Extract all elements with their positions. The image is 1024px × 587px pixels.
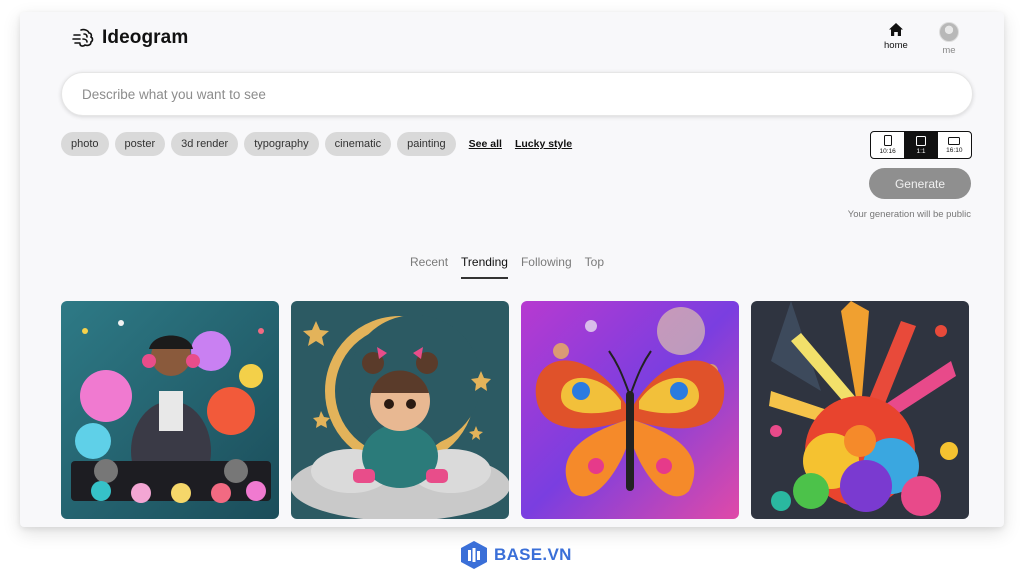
chip-3d-render[interactable]: 3d render — [171, 132, 239, 156]
aspect-10-16[interactable]: 10:16 — [871, 132, 904, 158]
chip-cinematic[interactable]: cinematic — [324, 132, 392, 156]
square-ratio-icon — [915, 135, 926, 146]
child-image — [291, 301, 509, 519]
tab-trending[interactable]: Trending — [461, 255, 508, 279]
watermark: BASE.VN — [460, 540, 572, 570]
prompt-input[interactable] — [80, 73, 944, 115]
hexagon-logo-icon — [461, 541, 487, 569]
chip-painting[interactable]: painting — [397, 132, 456, 156]
prompt-box — [61, 72, 973, 116]
aspect-label: 16:10 — [946, 146, 963, 154]
aspect-1-1[interactable]: 1:1 — [904, 132, 938, 158]
nav-me-label: me — [942, 45, 956, 56]
chip-typography[interactable]: typography — [244, 132, 319, 156]
tab-top[interactable]: Top — [585, 255, 604, 279]
nav-me[interactable]: me — [939, 22, 959, 56]
logo[interactable]: Ideogram — [72, 26, 188, 50]
gallery-card-child[interactable] — [291, 301, 509, 519]
aspect-label: 10:16 — [879, 148, 896, 155]
paint-splash-image — [751, 301, 969, 519]
generate-button[interactable]: Generate — [869, 168, 971, 199]
nav-home[interactable]: home — [884, 22, 908, 51]
gallery-card-butterfly[interactable] — [521, 301, 739, 519]
feed-tabs: Recent Trending Following Top — [410, 255, 604, 279]
landscape-ratio-icon — [948, 136, 961, 145]
butterfly-image — [521, 301, 739, 519]
lucky-style-link[interactable]: Lucky style — [515, 138, 572, 150]
app-window: Ideogram home me photo poster 3d render … — [20, 12, 1004, 527]
ideogram-logo-icon — [72, 28, 94, 47]
aspect-16-10[interactable]: 16:10 — [938, 132, 971, 158]
tab-following[interactable]: Following — [521, 255, 572, 279]
app-name: Ideogram — [102, 27, 189, 48]
portrait-ratio-icon — [883, 135, 892, 146]
image-gallery — [61, 301, 969, 519]
public-note: Your generation will be public — [847, 209, 971, 220]
home-icon — [888, 23, 903, 36]
nav-home-label: home — [884, 40, 908, 51]
chip-poster[interactable]: poster — [114, 132, 166, 156]
avatar — [939, 22, 959, 42]
aspect-ratio-selector: 10:16 1:1 16:10 — [870, 131, 972, 159]
aspect-label: 1:1 — [916, 147, 926, 155]
see-all-link[interactable]: See all — [469, 138, 502, 150]
watermark-text: BASE.VN — [494, 545, 572, 564]
style-chips: photo poster 3d render typography cinema… — [61, 132, 572, 156]
gallery-card-dj[interactable] — [61, 301, 279, 519]
dj-image — [61, 301, 279, 519]
tab-recent[interactable]: Recent — [410, 255, 448, 279]
chip-photo[interactable]: photo — [61, 132, 109, 156]
gallery-card-paint-splash[interactable] — [751, 301, 969, 519]
